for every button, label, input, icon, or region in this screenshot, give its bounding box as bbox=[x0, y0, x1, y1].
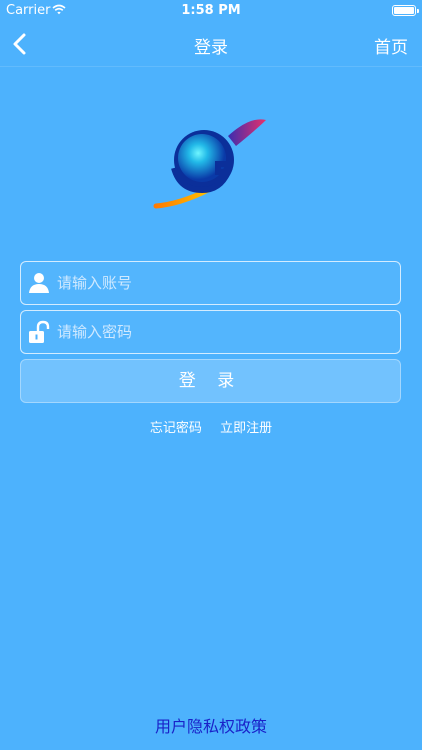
user-icon bbox=[29, 273, 49, 293]
nav-bar: 登录 首页 bbox=[0, 22, 422, 67]
register-link[interactable]: 立即注册 bbox=[220, 421, 272, 436]
page-title: 登录 bbox=[194, 38, 228, 58]
username-input[interactable] bbox=[57, 262, 387, 304]
unlock-icon bbox=[29, 320, 50, 343]
status-time: 1:58 PM bbox=[181, 3, 241, 18]
password-input[interactable] bbox=[57, 311, 387, 353]
auth-links: 忘记密码 立即注册 bbox=[0, 417, 422, 436]
status-bar: Carrier 1:58 PM bbox=[0, 0, 422, 22]
login-button[interactable]: 登 录 bbox=[20, 359, 401, 403]
privacy-policy-link[interactable]: 用户隐私权政策 bbox=[0, 713, 422, 737]
password-field[interactable] bbox=[20, 310, 401, 354]
app-logo bbox=[153, 119, 266, 209]
home-button[interactable]: 首页 bbox=[374, 33, 408, 58]
battery-icon bbox=[392, 5, 419, 16]
username-field[interactable] bbox=[20, 261, 401, 305]
forgot-password-link[interactable]: 忘记密码 bbox=[150, 421, 202, 436]
